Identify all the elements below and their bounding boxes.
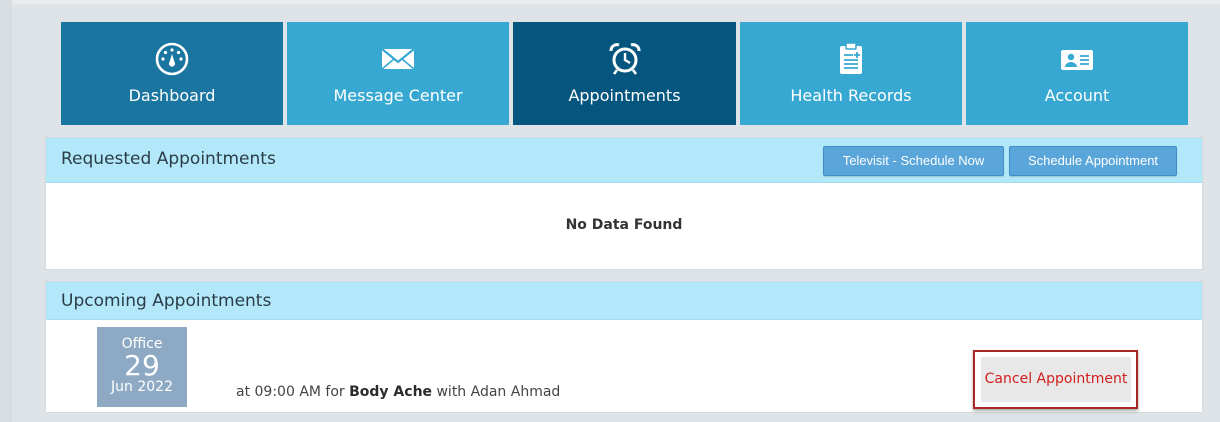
panel-title: Upcoming Appointments — [61, 291, 272, 311]
cancel-appointment-highlight: Cancel Appointment — [973, 350, 1138, 409]
clipboard-icon — [740, 42, 962, 76]
nav-label: Message Center — [333, 86, 463, 105]
cancel-appointment-button[interactable]: Cancel Appointment — [981, 357, 1131, 402]
panel-header: Upcoming Appointments — [46, 282, 1202, 320]
requested-appointments-panel: Requested Appointments Televisit - Sched… — [45, 137, 1203, 270]
appointment-day: 29 — [124, 349, 160, 382]
alarm-clock-icon — [513, 42, 736, 76]
appointment-time-text: at 09:00 AM for — [236, 384, 350, 400]
appointment-reason: Body Ache — [349, 384, 433, 400]
nav-tile-appointments[interactable]: Appointments — [513, 22, 736, 125]
id-card-icon — [966, 42, 1188, 76]
schedule-appointment-button[interactable]: Schedule Appointment — [1009, 146, 1177, 176]
nav-tile-dashboard[interactable]: Dashboard — [61, 22, 283, 125]
envelope-icon — [287, 42, 509, 76]
page-top-border — [0, 0, 1220, 4]
nav-label: Health Records — [790, 86, 912, 105]
page-left-border — [0, 0, 12, 422]
nav-tile-account[interactable]: Account — [966, 22, 1188, 125]
appointment-provider-text: with Adan Ahmad — [432, 384, 561, 400]
dashboard-gauge-icon — [61, 42, 283, 76]
nav-tile-message-center[interactable]: Message Center — [287, 22, 509, 125]
nav-label: Appointments — [568, 86, 681, 105]
nav-label: Dashboard — [128, 86, 216, 105]
panel-title: Requested Appointments — [61, 149, 276, 169]
nav-tile-health-records[interactable]: Health Records — [740, 22, 962, 125]
upcoming-appointments-panel: Upcoming Appointments Office 29 Jun 2022… — [45, 281, 1203, 413]
date-badge: Office 29 Jun 2022 — [97, 327, 187, 407]
panel-header: Requested Appointments Televisit - Sched… — [46, 138, 1202, 183]
appointment-details: at 09:00 AM for Body Ache with Adan Ahma… — [236, 384, 560, 400]
main-nav: Dashboard Message Center Appointments He… — [61, 22, 1188, 125]
appointment-month-year: Jun 2022 — [111, 379, 173, 395]
televisit-schedule-now-button[interactable]: Televisit - Schedule Now — [823, 146, 1004, 176]
nav-label: Account — [1044, 86, 1110, 105]
empty-state-message: No Data Found — [565, 217, 683, 233]
